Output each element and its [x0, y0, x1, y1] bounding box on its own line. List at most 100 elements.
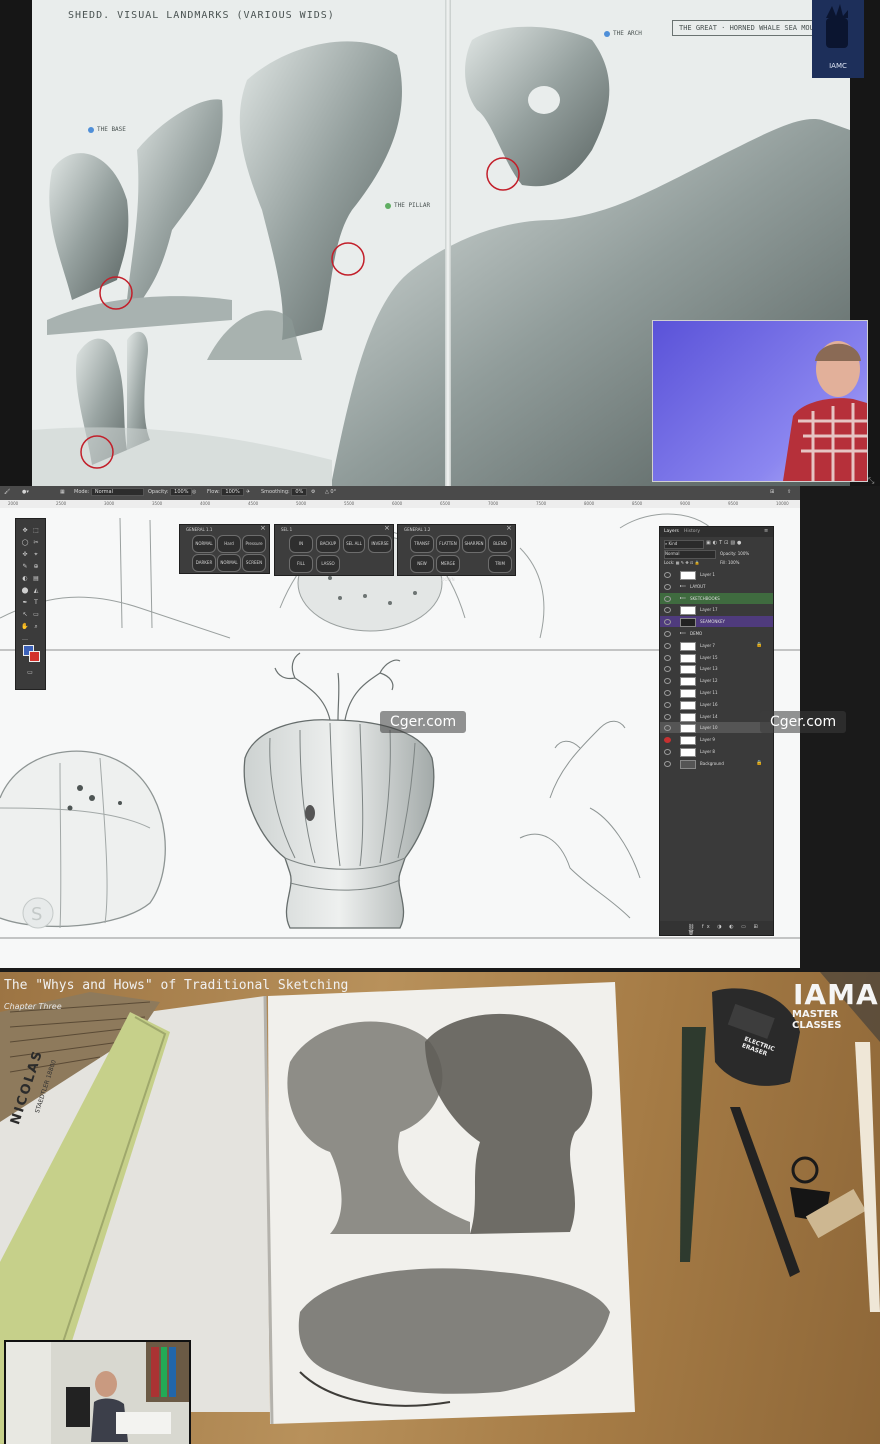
trim-button[interactable]: TRIM — [488, 555, 512, 573]
airbrush-icon[interactable]: ✈ — [246, 489, 250, 495]
zoom-tool-icon[interactable]: ⌕ — [32, 623, 40, 631]
visibility-eye-icon[interactable] — [664, 666, 671, 673]
pressure-opacity-icon[interactable]: ◎ — [192, 489, 196, 495]
visibility-eye-icon[interactable] — [664, 619, 671, 626]
layer-row[interactable]: Layer 15 — [660, 652, 773, 663]
layer-row[interactable]: ▸▭ DEMO — [660, 628, 773, 639]
layer-row[interactable]: Background 🔒 — [660, 758, 773, 769]
normal-mode-button[interactable]: NORMAL — [217, 554, 241, 572]
history-brush-tool-icon[interactable]: ▤ — [32, 575, 40, 583]
path-select-tool-icon[interactable]: ↖ — [21, 611, 29, 619]
visibility-eye-icon[interactable] — [664, 701, 671, 708]
visibility-eye-icon[interactable] — [664, 607, 671, 614]
visibility-eye-icon[interactable] — [664, 713, 671, 720]
transform-button[interactable]: TRANSF — [410, 535, 434, 553]
close-icon[interactable]: × — [506, 524, 512, 532]
layer-row[interactable]: Layer 10 — [660, 722, 773, 734]
in-button[interactable]: IN — [289, 535, 313, 553]
background-color-swatch[interactable] — [29, 651, 40, 662]
smoothing-options-icon[interactable]: ⚙ — [311, 489, 315, 495]
visibility-eye-icon[interactable] — [664, 654, 671, 661]
blend-mode-select[interactable]: Normal — [664, 550, 716, 559]
tab-layers[interactable]: Layers — [664, 529, 679, 534]
quick-select-tool-icon[interactable]: ✜ — [21, 551, 29, 559]
visibility-eye-icon[interactable] — [664, 583, 671, 590]
marquee-tool-icon[interactable]: ⬚ — [32, 527, 40, 535]
visibility-eye-icon[interactable] — [664, 737, 671, 744]
layer-fill[interactable]: Fill: 100% — [720, 560, 739, 565]
layer-row[interactable]: Layer 13 — [660, 663, 773, 675]
move-tool-icon[interactable]: ✥ — [21, 527, 29, 535]
hand-tool-icon[interactable]: ✋ — [21, 623, 29, 631]
layer-row[interactable]: Layer 1 — [660, 569, 773, 580]
select-all-button[interactable]: SEL ALL — [343, 535, 365, 553]
smoothing-control[interactable]: Smoothing: 0% — [261, 488, 308, 496]
kind-filter[interactable]: ⌕ Kind — [664, 540, 704, 549]
opacity-control[interactable]: Opacity: 100% — [148, 488, 193, 496]
symmetry-icon[interactable]: ⊞ — [770, 489, 774, 495]
layer-row[interactable]: Layer 8 — [660, 746, 773, 757]
visibility-eye-icon[interactable] — [664, 690, 671, 696]
healing-tool-icon[interactable]: ✎ — [21, 563, 29, 571]
layer-row[interactable]: Layer 16 — [660, 699, 773, 710]
eraser-tool-icon[interactable]: ⬤ — [21, 587, 29, 595]
layer-row[interactable]: Layer 9 — [660, 734, 773, 746]
close-icon[interactable]: × — [260, 524, 266, 532]
layer-row[interactable]: Layer 12 — [660, 675, 773, 687]
backup-button[interactable]: BACKUP — [316, 535, 340, 553]
blend-button[interactable]: BLEND — [488, 535, 512, 553]
panel-menu-icon[interactable]: ≡ — [764, 528, 768, 534]
visibility-eye-icon[interactable] — [664, 725, 671, 732]
flatten-button[interactable]: FLATTEN — [436, 535, 460, 553]
inverse-button[interactable]: INVERSE — [368, 535, 392, 553]
visibility-eye-icon[interactable] — [664, 749, 671, 755]
new-button[interactable]: NEW — [410, 555, 434, 573]
more-tool-icon[interactable]: … — [21, 635, 29, 643]
hard-round-button[interactable]: Hard Round — [217, 535, 241, 562]
lasso-tool-icon[interactable]: ◯ — [21, 539, 29, 547]
layer-opacity[interactable]: Opacity: 100% — [720, 551, 749, 556]
brush-size-dropdown[interactable]: ●▾ — [22, 489, 29, 495]
share-icon[interactable]: ⇪ — [787, 489, 791, 495]
flow-control[interactable]: Flow: 100% — [207, 488, 244, 496]
layer-actions-icons[interactable]: ⛓ fx ◑ ◐ ▭ ⊞ 🗑 — [688, 924, 773, 936]
normal-button[interactable]: NORMAL — [192, 535, 216, 553]
angle-control[interactable]: △ 0° — [325, 489, 336, 495]
visibility-eye-icon[interactable] — [664, 760, 671, 767]
layer-row[interactable]: Layer 17 — [660, 604, 773, 616]
screen-mode-icon[interactable]: ▭ — [26, 669, 34, 677]
crop-tool-icon[interactable]: ✂ — [32, 539, 40, 547]
visibility-eye-icon[interactable] — [664, 642, 671, 649]
gradient-tool-icon[interactable]: ◭ — [32, 587, 40, 595]
layer-row[interactable]: Layer 14 — [660, 711, 773, 722]
pressure-button[interactable]: Pressure — [242, 535, 266, 553]
visibility-eye-icon[interactable] — [664, 631, 671, 637]
type-tool-icon[interactable]: T — [32, 599, 40, 607]
layer-row[interactable]: ▸▭ SKETCHBOOKS — [660, 592, 773, 604]
brush-tool-icon[interactable]: 🖌 — [4, 489, 10, 495]
visibility-eye-icon[interactable] — [664, 678, 671, 685]
lasso-button[interactable]: LASSO — [316, 555, 340, 573]
shape-tool-icon[interactable]: ▭ — [32, 611, 40, 619]
tab-history[interactable]: History — [684, 529, 700, 534]
close-icon[interactable]: × — [384, 524, 390, 532]
visibility-eye-icon[interactable] — [664, 595, 671, 602]
layer-row[interactable]: SEAMONKEY — [660, 616, 773, 628]
layer-row[interactable]: Layer 11 — [660, 687, 773, 698]
sharpen-button[interactable]: SHARPEN — [462, 535, 486, 553]
brush-settings-icon[interactable]: ▦ — [60, 489, 65, 495]
clone-tool-icon[interactable]: ◐ — [21, 575, 29, 583]
eyedropper-tool-icon[interactable]: ⌖ — [32, 551, 40, 559]
filter-icons[interactable]: ▣◐T⊡▨● — [706, 540, 743, 546]
mode-control[interactable]: Mode: Normal — [74, 488, 144, 496]
visibility-eye-icon[interactable] — [664, 572, 671, 578]
brush-tool-icon[interactable]: ⊕ — [32, 563, 40, 571]
layer-row[interactable]: Layer 7 🔒 — [660, 640, 773, 651]
lock-controls[interactable]: Lock: ▦ ✎ ✥ ⊡ 🔒 — [664, 560, 700, 565]
darker-button[interactable]: DARKER — [192, 554, 216, 572]
layer-row[interactable]: ▸▭ LAYOUT — [660, 581, 773, 592]
merge-down-button[interactable]: MERGE DOWN — [436, 555, 460, 582]
pen-tool-icon[interactable]: ✒ — [21, 599, 29, 607]
fill-button[interactable]: FILL — [289, 555, 313, 573]
screen-button[interactable]: SCREEN — [242, 554, 266, 572]
